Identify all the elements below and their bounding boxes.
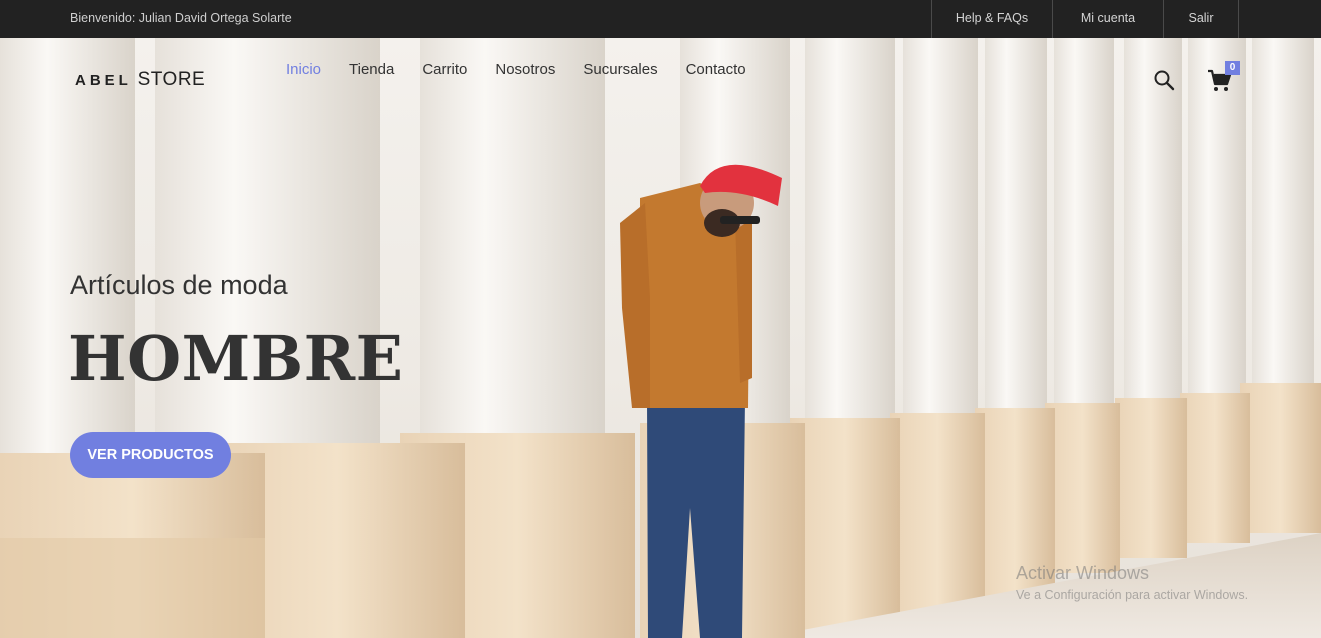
main-nav: Inicio Tienda Carrito Nosotros Sucursale…: [286, 61, 774, 78]
nav-contacto[interactable]: Contacto: [686, 61, 746, 78]
nav-sucursales[interactable]: Sucursales: [583, 61, 657, 78]
search-icon: [1154, 70, 1175, 91]
nav-inicio[interactable]: Inicio: [286, 61, 321, 78]
hero-subtitle: Artículos de moda: [70, 270, 288, 300]
help-faqs-link[interactable]: Help & FAQs: [931, 0, 1052, 38]
store-logo[interactable]: ABEL STORE: [75, 69, 205, 91]
top-links: Help & FAQs Mi cuenta Salir: [931, 0, 1239, 38]
welcome-text: Bienvenido: Julian David Ortega Solarte: [70, 11, 292, 25]
hero-banner: ABEL STORE Inicio Tienda Carrito Nosotro…: [0, 38, 1321, 638]
hero-title: HOMBRE: [68, 322, 404, 395]
windows-activation-subtitle: Ve a Configuración para activar Windows.: [1016, 588, 1249, 602]
nav-carrito[interactable]: Carrito: [422, 61, 467, 78]
view-products-button[interactable]: VER PRODUCTOS: [70, 432, 231, 478]
windows-activation-title: Activar Windows: [1016, 563, 1150, 583]
cart-count-badge: 0: [1225, 61, 1240, 75]
top-bar: Bienvenido: Julian David Ortega Solarte …: [0, 0, 1321, 38]
search-button[interactable]: [1153, 69, 1175, 91]
nav-tienda[interactable]: Tienda: [349, 61, 394, 78]
logout-link[interactable]: Salir: [1163, 0, 1239, 38]
nav-nosotros[interactable]: Nosotros: [495, 61, 555, 78]
logo-bold-text: ABEL: [75, 72, 132, 89]
my-account-link[interactable]: Mi cuenta: [1052, 0, 1163, 38]
logo-rest-text: STORE: [137, 69, 206, 90]
